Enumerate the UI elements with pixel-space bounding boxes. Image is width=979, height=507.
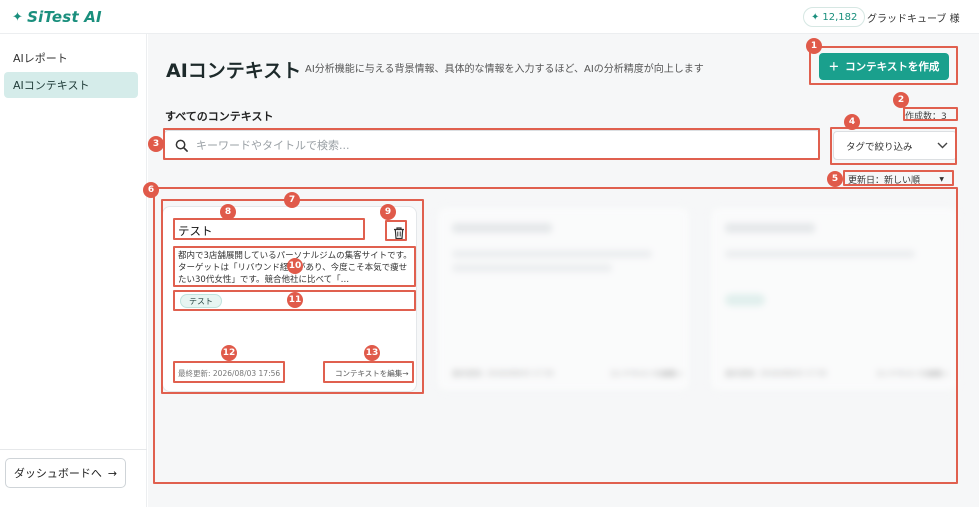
sidebar-item-label: AIコンテキスト	[13, 79, 90, 92]
tag-filter-select[interactable]: タグで絞り込み	[833, 131, 957, 160]
sidebar-divider	[0, 449, 147, 450]
sidebar: AIレポート AIコンテキスト ダッシュボードへ →	[0, 34, 147, 507]
annotation-badge-13: 13	[364, 345, 380, 361]
card-title-placeholder	[725, 223, 815, 233]
credit-badge: ✦ 12,182	[803, 7, 866, 27]
credit-amount: 12,182	[822, 11, 858, 23]
page-description: AI分析機能に与える背景情報、具体的な情報を入力するほど、AIの分析精度が向上し…	[305, 64, 704, 75]
dashboard-button-label: ダッシュボードへ	[13, 467, 102, 480]
annotation-badge-9: 9	[380, 204, 396, 220]
annotation-badge-12: 12	[221, 345, 237, 361]
edit-context-link[interactable]: コンテキストを編集→	[875, 368, 949, 379]
context-count: 作成数：3	[905, 112, 947, 122]
sidebar-item-ai-context[interactable]: AIコンテキスト	[4, 72, 138, 98]
logo-text: SiTest AI	[27, 8, 102, 26]
dashboard-button[interactable]: ダッシュボードへ →	[5, 458, 126, 488]
sidebar-item-label: AIレポート	[13, 52, 68, 65]
main-content: AIコンテキスト AI分析機能に与える背景情報、具体的な情報を入力するほど、AI…	[148, 34, 979, 507]
annotation-badge-8: 8	[220, 204, 236, 220]
card-text-placeholder	[452, 264, 612, 272]
annotation-badge-4: 4	[844, 114, 860, 130]
card-last-updated: 最終更新: 2026/08/03 17:56	[178, 369, 281, 378]
top-bar: ✦ SiTest AI ✦ 12,182 グラッドキューブ 様	[0, 0, 979, 34]
annotation-badge-6: 6	[143, 182, 159, 198]
caret-down-icon: ▼	[939, 175, 944, 183]
annotation-badge-7: 7	[284, 192, 300, 208]
annotation-badge-11: 11	[287, 292, 303, 308]
create-context-label: コンテキストを作成	[845, 61, 940, 73]
sidebar-item-ai-report[interactable]: AIレポート	[4, 45, 138, 71]
tag-chip: テスト	[180, 294, 222, 308]
sparkle-icon: ✦	[12, 9, 24, 25]
search-field[interactable]	[164, 130, 820, 160]
sparkle-icon: ✦	[811, 11, 820, 23]
context-card[interactable]: 最終更新: 2026/08/03 17:55 コンテキストを編集→	[436, 206, 691, 392]
user-name[interactable]: グラッドキューブ 様	[867, 10, 960, 25]
trash-icon[interactable]	[391, 225, 407, 241]
arrow-right-icon: →	[107, 466, 118, 480]
app-logo[interactable]: ✦ SiTest AI	[12, 8, 102, 26]
sort-select[interactable]: 更新日：新しい順 ▼	[844, 171, 948, 187]
search-input[interactable]	[196, 138, 819, 152]
card-text-placeholder	[725, 250, 915, 258]
search-icon	[175, 139, 188, 152]
sort-label: 更新日：新しい順	[848, 175, 921, 186]
create-context-button[interactable]: ＋ コンテキストを作成	[819, 53, 949, 80]
page-title: AIコンテキスト	[166, 60, 302, 82]
card-title: テスト	[178, 224, 213, 238]
edit-context-link[interactable]: コンテキストを編集→	[609, 368, 683, 379]
tag-chip-placeholder	[725, 294, 765, 306]
section-title: すべてのコンテキスト	[165, 110, 274, 123]
tag-filter-label: タグで絞り込み	[846, 141, 913, 153]
annotation-badge-1: 1	[806, 38, 822, 54]
annotation-badge-3: 3	[148, 136, 164, 152]
card-last-updated: 最終更新: 2026/08/03 17:55	[452, 369, 555, 378]
edit-context-link[interactable]: コンテキストを編集→	[335, 368, 409, 379]
plus-icon: ＋	[828, 61, 840, 73]
annotation-badge-2: 2	[893, 92, 909, 108]
annotation-badge-5: 5	[827, 171, 843, 187]
chevron-down-icon	[937, 142, 948, 149]
annotation-badge-10: 10	[287, 258, 303, 274]
card-title-placeholder	[452, 223, 552, 233]
context-card[interactable]: 最終更新: 2026/08/03 17:55 コンテキストを編集→	[709, 206, 959, 392]
card-last-updated: 最終更新: 2026/08/03 17:55	[725, 369, 828, 378]
card-text-placeholder	[452, 250, 652, 258]
